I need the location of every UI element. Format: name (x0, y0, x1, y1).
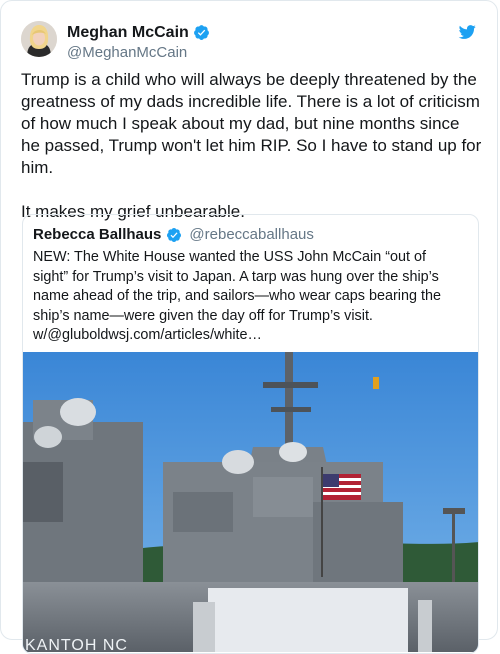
quoted-tweet-text: NEW: The White House wanted the USS John… (33, 249, 441, 343)
quoted-tweet[interactable]: Rebecca Ballhaus @rebeccaballhaus NEW: T… (22, 214, 479, 654)
verified-badge-icon (167, 227, 182, 242)
ship-photo: KANTOH NC (23, 352, 478, 652)
verified-badge-icon (193, 25, 209, 40)
twitter-bird-icon[interactable] (457, 23, 477, 41)
author-block[interactable]: Meghan McCain @MeghanMcCain (67, 23, 210, 63)
quoted-author-name[interactable]: Rebecca Ballhaus (33, 226, 161, 243)
quoted-tweet-header: Rebecca Ballhaus @rebeccaballhaus (33, 226, 314, 243)
quoted-tweet-photo[interactable]: KANTOH NC (23, 352, 478, 652)
author-name[interactable]: Meghan McCain (67, 23, 189, 42)
avatar[interactable] (21, 21, 57, 57)
tweet-header: Meghan McCain @MeghanMcCain (21, 19, 479, 63)
hull-lettering: KANTOH NC (25, 637, 128, 652)
quoted-author-handle[interactable]: @rebeccaballhaus (189, 226, 313, 243)
tweet-card[interactable]: Meghan McCain @MeghanMcCain Trump is a c… (0, 0, 498, 654)
author-handle[interactable]: @MeghanMcCain (67, 43, 210, 63)
tweet-text: Trump is a child who will always be deep… (21, 70, 482, 221)
